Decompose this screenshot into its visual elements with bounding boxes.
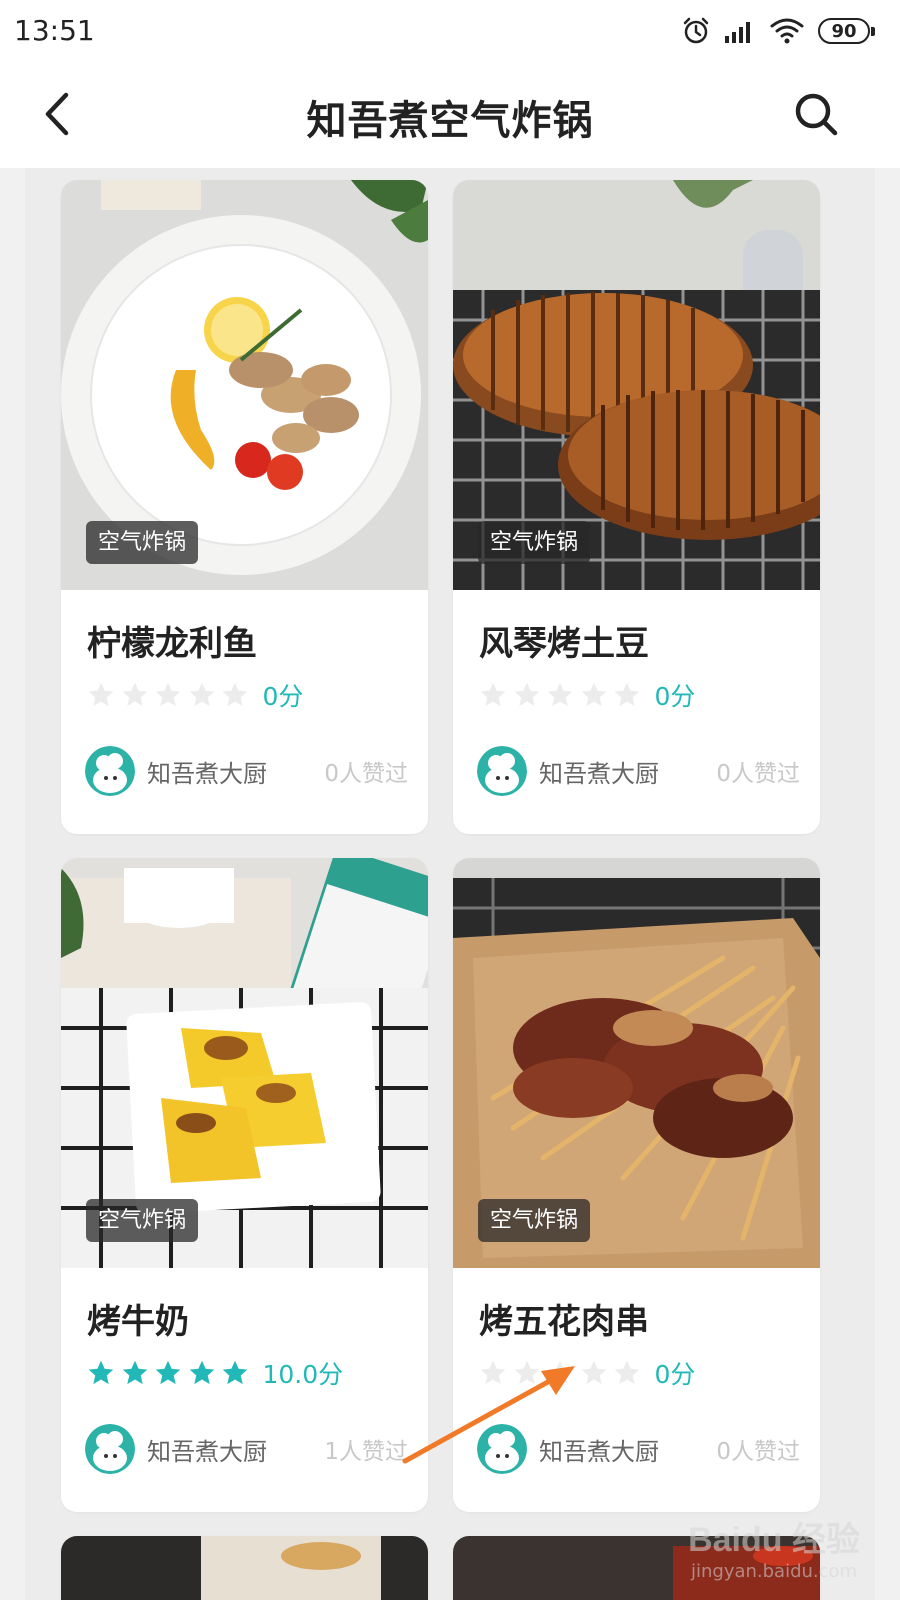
- recipe-title: 烤五花肉串: [479, 1302, 649, 1342]
- author-row: 知吾煮大厨 0人赞过: [477, 746, 800, 796]
- recipe-photo: 空气炸锅: [61, 180, 428, 590]
- star-icon: [547, 682, 573, 707]
- search-icon: [795, 93, 838, 136]
- alarm-icon: [683, 17, 709, 44]
- author-name[interactable]: 知吾煮大厨: [539, 754, 659, 789]
- status-icons: 90: [682, 14, 875, 48]
- star-rating: 0分: [479, 1358, 696, 1389]
- watermark: Baidu 经验 jingyan.baidu.com: [688, 1512, 860, 1582]
- page-title: 知吾煮空气炸锅: [306, 98, 594, 144]
- rating-score: 0分: [262, 682, 304, 711]
- star-icon: [155, 1360, 181, 1385]
- recipe-card[interactable]: 空气炸锅 烤五花肉串 0分 知吾煮大厨 0人赞过: [453, 858, 820, 1512]
- star-icon: [581, 682, 606, 707]
- star-rating: 0分: [479, 680, 696, 711]
- author-row: 知吾煮大厨 0人赞过: [85, 746, 408, 796]
- avatar[interactable]: [85, 1424, 135, 1474]
- watermark-url: jingyan.baidu.com: [690, 1561, 858, 1582]
- recipe-card[interactable]: 空气炸锅 风琴烤土豆 0分 知吾煮大厨 0人赞过: [453, 180, 820, 834]
- wifi-icon: [770, 18, 804, 44]
- recipe-card-partial[interactable]: [61, 1536, 428, 1600]
- recipe-grid: 空气炸锅 柠檬龙利鱼 0分 知吾煮大厨 0人赞过 空气炸锅 风琴烤土豆 0分 知…: [25, 168, 875, 1600]
- star-icon: [88, 682, 114, 707]
- like-count: 0人赞过: [716, 761, 800, 787]
- star-icon: [222, 682, 248, 707]
- recipe-photo: [61, 1536, 428, 1600]
- author-name[interactable]: 知吾煮大厨: [147, 754, 267, 789]
- header: 知吾煮空气炸锅: [0, 62, 900, 168]
- avatar[interactable]: [477, 1424, 527, 1474]
- status-bar: 13:51 90: [0, 0, 900, 62]
- recipe-photo: 空气炸锅: [453, 858, 820, 1268]
- star-icon: [581, 1360, 606, 1385]
- status-time: 13:51: [14, 14, 95, 47]
- star-icon: [189, 682, 214, 707]
- author-name[interactable]: 知吾煮大厨: [539, 1432, 659, 1467]
- author-row: 知吾煮大厨 1人赞过: [85, 1424, 408, 1474]
- category-tag: 空气炸锅: [478, 521, 591, 564]
- recipe-title: 柠檬龙利鱼: [87, 624, 257, 664]
- star-rating: 10.0分: [87, 1358, 344, 1389]
- like-count: 0人赞过: [716, 1439, 800, 1465]
- star-rating: 0分: [87, 680, 304, 711]
- category-tag: 空气炸锅: [86, 521, 199, 564]
- star-icon: [480, 1360, 506, 1385]
- star-icon: [122, 682, 147, 707]
- recipe-title: 风琴烤土豆: [479, 624, 649, 664]
- star-icon: [480, 682, 506, 707]
- recipe-card[interactable]: 空气炸锅 柠檬龙利鱼 0分 知吾煮大厨 0人赞过: [61, 180, 428, 834]
- star-icon: [547, 1360, 573, 1385]
- star-icon: [514, 1360, 539, 1385]
- star-icon: [614, 1360, 640, 1385]
- search-button[interactable]: [788, 86, 844, 142]
- star-icon: [189, 1360, 214, 1385]
- star-icon: [88, 1360, 114, 1385]
- category-tag: 空气炸锅: [478, 1199, 591, 1242]
- recipe-photo: 空气炸锅: [453, 180, 820, 590]
- avatar[interactable]: [477, 746, 527, 796]
- recipe-grid-area[interactable]: 空气炸锅 柠檬龙利鱼 0分 知吾煮大厨 0人赞过 空气炸锅 风琴烤土豆 0分 知…: [0, 168, 900, 1600]
- rating-score: 0分: [654, 682, 696, 711]
- signal-icon: [725, 22, 750, 43]
- like-count: 1人赞过: [324, 1439, 408, 1465]
- like-count: 0人赞过: [324, 761, 408, 787]
- author-row: 知吾煮大厨 0人赞过: [477, 1424, 800, 1474]
- recipe-photo: 空气炸锅: [61, 858, 428, 1268]
- star-icon: [155, 682, 181, 707]
- star-icon: [514, 682, 539, 707]
- rating-score: 0分: [654, 1360, 696, 1389]
- avatar[interactable]: [85, 746, 135, 796]
- author-name[interactable]: 知吾煮大厨: [147, 1432, 267, 1467]
- rating-score: 10.0分: [262, 1360, 344, 1389]
- star-icon: [614, 682, 640, 707]
- battery-indicator: 90: [818, 18, 875, 44]
- watermark-logo: Baidu 经验: [688, 1521, 860, 1559]
- category-tag: 空气炸锅: [86, 1199, 199, 1242]
- star-icon: [122, 1360, 147, 1385]
- star-icon: [222, 1360, 248, 1385]
- recipe-card[interactable]: 空气炸锅 烤牛奶 10.0分 知吾煮大厨 1人赞过: [61, 858, 428, 1512]
- recipe-title: 烤牛奶: [87, 1302, 189, 1342]
